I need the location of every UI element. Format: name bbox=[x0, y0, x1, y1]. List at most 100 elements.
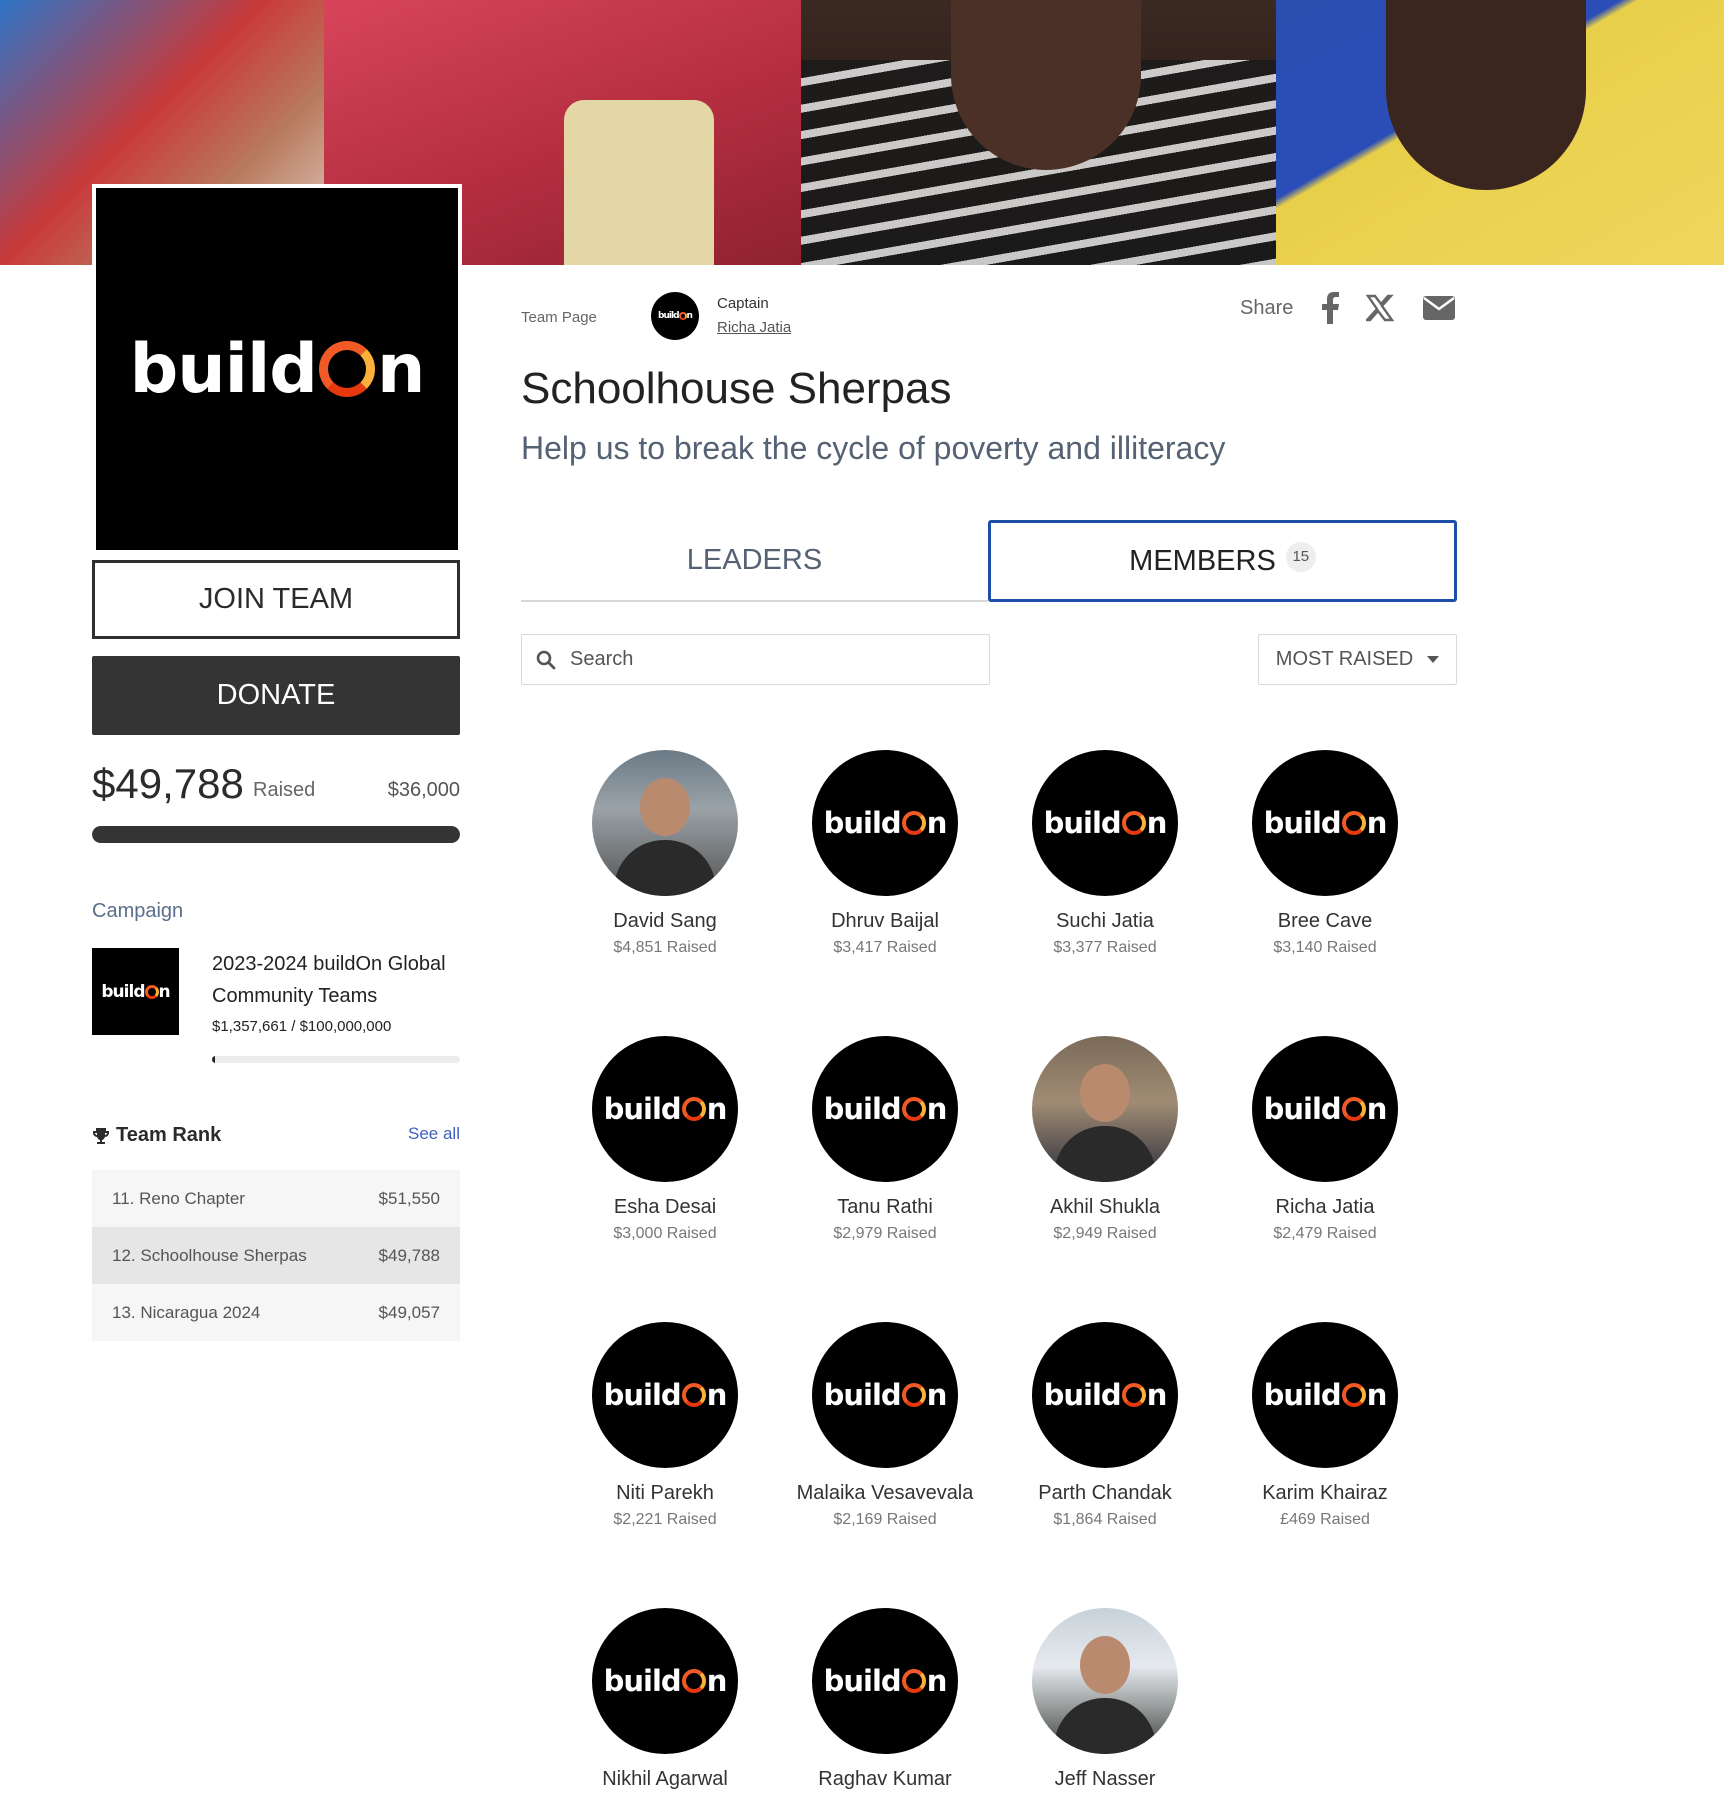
member-avatar: build n bbox=[1032, 750, 1178, 896]
member-card[interactable]: build n Parth Chandak $1,864 Raised bbox=[995, 1322, 1215, 1529]
buildon-logo: build n bbox=[823, 1378, 948, 1412]
member-card[interactable]: build n Raghav Kumar bbox=[775, 1608, 995, 1797]
buildon-logo: build n bbox=[1263, 1092, 1388, 1126]
see-all-link[interactable]: See all bbox=[408, 1124, 460, 1144]
banner-photo-4 bbox=[1276, 0, 1724, 265]
member-avatar: build n bbox=[1252, 750, 1398, 896]
captain-avatar[interactable]: build n bbox=[651, 292, 699, 340]
goal-amount: $36,000 bbox=[387, 779, 460, 801]
rank-team-name: 11. Reno Chapter bbox=[112, 1188, 245, 1208]
member-raised: $3,140 Raised bbox=[1273, 939, 1377, 956]
member-card[interactable]: David Sang $4,851 Raised bbox=[555, 750, 775, 957]
member-name: Dhruv Baijal bbox=[831, 910, 939, 932]
member-avatar: build n bbox=[812, 1036, 958, 1182]
page-subtitle: Help us to break the cycle of poverty an… bbox=[521, 430, 1226, 466]
member-name: Raghav Kumar bbox=[818, 1768, 952, 1790]
buildon-logo: build n bbox=[1043, 806, 1168, 840]
raised-label: Raised bbox=[253, 779, 316, 801]
member-avatar bbox=[592, 750, 738, 896]
member-card[interactable]: build n Esha Desai $3,000 Raised bbox=[555, 1036, 775, 1243]
rank-team-name: 13. Nicaragua 2024 bbox=[112, 1302, 261, 1322]
member-raised: $2,479 Raised bbox=[1273, 1225, 1377, 1242]
member-raised: $1,864 Raised bbox=[1053, 1511, 1157, 1528]
member-name: Jeff Nasser bbox=[1054, 1768, 1156, 1790]
member-avatar: build n bbox=[1032, 1322, 1178, 1468]
member-raised: $3,417 Raised bbox=[833, 939, 937, 956]
rank-amount: $49,788 bbox=[378, 1245, 440, 1265]
member-card[interactable]: build n Nikhil Agarwal bbox=[555, 1608, 775, 1797]
email-icon[interactable] bbox=[1421, 290, 1457, 326]
member-name: Nikhil Agarwal bbox=[602, 1768, 728, 1790]
member-name: Karim Khairaz bbox=[1262, 1482, 1388, 1504]
buildon-logo: build n bbox=[1263, 806, 1388, 840]
member-name: Niti Parekh bbox=[616, 1482, 714, 1504]
buildon-logo-small: build n bbox=[101, 981, 170, 1002]
buildon-logo: build n bbox=[129, 329, 426, 409]
tab-members-label: MEMBERS bbox=[1129, 544, 1276, 577]
member-raised: $4,851 Raised bbox=[613, 939, 717, 956]
member-card[interactable]: build n Bree Cave $3,140 Raised bbox=[1215, 750, 1435, 957]
member-raised: $2,949 Raised bbox=[1053, 1225, 1157, 1242]
members-count-badge: 15 bbox=[1285, 542, 1316, 572]
member-search[interactable] bbox=[521, 634, 990, 685]
rank-row[interactable]: 11. Reno Chapter $51,550 bbox=[92, 1170, 460, 1227]
buildon-logo: build n bbox=[823, 1092, 948, 1126]
member-card[interactable]: build n Niti Parekh $2,221 Raised bbox=[555, 1322, 775, 1529]
rank-team-name: 12. Schoolhouse Sherpas bbox=[112, 1245, 307, 1265]
campaign-heading: Campaign bbox=[92, 900, 184, 922]
member-avatar: build n bbox=[812, 1322, 958, 1468]
sort-label: MOST RAISED bbox=[1275, 648, 1414, 670]
facebook-icon[interactable] bbox=[1312, 290, 1348, 326]
rank-row[interactable]: 12. Schoolhouse Sherpas $49,788 bbox=[92, 1227, 460, 1284]
member-avatar bbox=[1032, 1608, 1178, 1754]
rank-amount: $51,550 bbox=[378, 1188, 440, 1208]
member-name: Akhil Shukla bbox=[1049, 1196, 1161, 1218]
member-card[interactable]: build n Suchi Jatia $3,377 Raised bbox=[995, 750, 1215, 957]
team-rank-title: Team Rank bbox=[116, 1124, 222, 1146]
member-card[interactable]: build n Tanu Rathi $2,979 Raised bbox=[775, 1036, 995, 1243]
caret-down-icon bbox=[1427, 655, 1440, 663]
member-name: Tanu Rathi bbox=[837, 1196, 933, 1218]
x-icon[interactable] bbox=[1362, 290, 1398, 326]
member-card[interactable]: build n Dhruv Baijal $3,417 Raised bbox=[775, 750, 995, 957]
rank-row[interactable]: 13. Nicaragua 2024 $49,057 bbox=[92, 1284, 460, 1341]
team-logo: build n bbox=[92, 184, 462, 554]
share-label: Share bbox=[1240, 297, 1294, 319]
member-avatar: build n bbox=[812, 750, 958, 896]
captain-label: Captain bbox=[717, 295, 769, 312]
team-progress-bar bbox=[92, 826, 460, 843]
buildon-logo: build n bbox=[1263, 1378, 1388, 1412]
donate-button[interactable]: DONATE bbox=[92, 656, 460, 735]
member-name: Bree Cave bbox=[1277, 910, 1373, 932]
rank-amount: $49,057 bbox=[378, 1302, 440, 1322]
search-icon bbox=[536, 650, 556, 669]
member-raised: £469 Raised bbox=[1280, 1511, 1370, 1528]
member-avatar: build n bbox=[1252, 1322, 1398, 1468]
tab-members[interactable]: MEMBERS 15 bbox=[988, 520, 1457, 602]
buildon-logo: build n bbox=[603, 1092, 728, 1126]
member-avatar bbox=[1032, 1036, 1178, 1182]
sort-dropdown[interactable]: MOST RAISED bbox=[1258, 634, 1457, 685]
campaign-progress-fill bbox=[212, 1056, 216, 1063]
member-card[interactable]: Jeff Nasser bbox=[995, 1608, 1215, 1797]
member-raised: $2,979 Raised bbox=[833, 1225, 937, 1242]
captain-name-link[interactable]: Richa Jatia bbox=[717, 319, 791, 336]
member-avatar: build n bbox=[812, 1608, 958, 1754]
member-card[interactable]: Akhil Shukla $2,949 Raised bbox=[995, 1036, 1215, 1243]
member-card[interactable]: build n Malaika Vesavevala $2,169 Raised bbox=[775, 1322, 995, 1529]
join-team-button[interactable]: JOIN TEAM bbox=[92, 560, 460, 639]
tab-leaders[interactable]: LEADERS bbox=[521, 520, 988, 602]
member-card[interactable]: build n Karim Khairaz £469 Raised bbox=[1215, 1322, 1435, 1529]
team-rank-list: 11. Reno Chapter $51,550 12. Schoolhouse S… bbox=[92, 1170, 460, 1341]
trophy-icon bbox=[93, 1127, 109, 1144]
campaign-name[interactable]: 2023-2024 buildOn Global Community Teams bbox=[212, 948, 462, 1012]
search-input[interactable] bbox=[570, 648, 970, 671]
member-name: Suchi Jatia bbox=[1056, 910, 1154, 932]
campaign-logo[interactable]: build n bbox=[92, 948, 179, 1035]
member-raised: $3,000 Raised bbox=[613, 1225, 717, 1242]
member-avatar: build n bbox=[592, 1036, 738, 1182]
buildon-logo: build n bbox=[823, 1664, 948, 1698]
member-raised: $2,169 Raised bbox=[833, 1511, 937, 1528]
banner-photo-3 bbox=[801, 0, 1276, 265]
member-card[interactable]: build n Richa Jatia $2,479 Raised bbox=[1215, 1036, 1435, 1243]
